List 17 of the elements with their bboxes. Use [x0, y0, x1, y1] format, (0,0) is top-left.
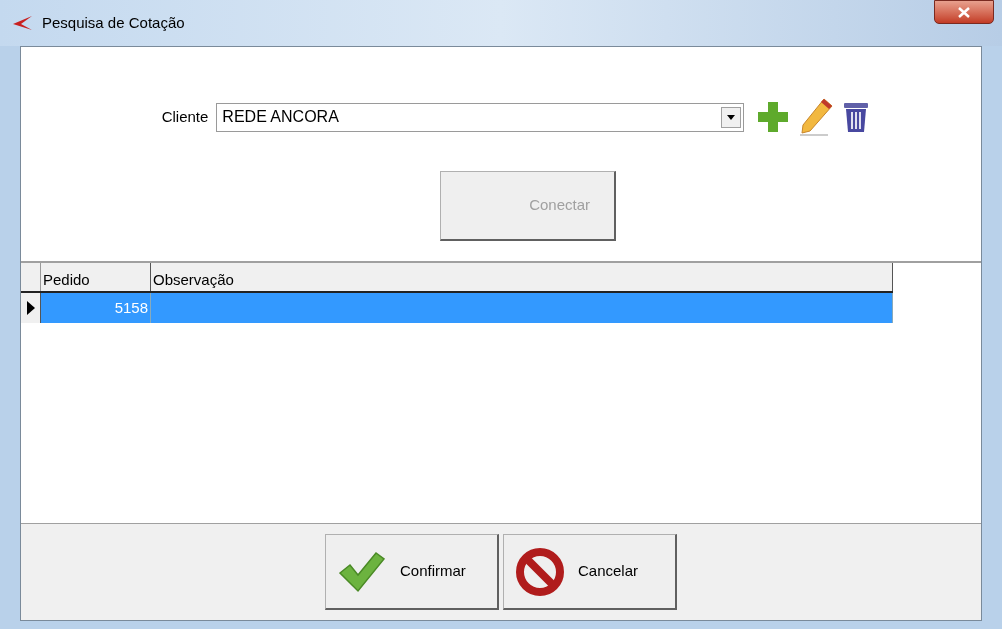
table-cell-text: 5158	[114, 297, 148, 318]
current-row-icon	[26, 301, 35, 315]
cancel-button[interactable]: Cancelar	[503, 534, 677, 610]
client-dropdown[interactable]: REDE ANCORA	[216, 102, 745, 132]
close-icon	[958, 6, 970, 18]
column-header[interactable]: Pedido	[41, 263, 151, 291]
trash-icon[interactable]	[842, 100, 871, 134]
app-logo-icon	[12, 15, 34, 31]
prohibited-icon	[516, 547, 564, 596]
add-icon[interactable]	[756, 100, 791, 134]
checkmark-icon	[338, 550, 386, 593]
close-button[interactable]	[934, 0, 994, 24]
client-label: Cliente	[161, 106, 209, 127]
confirm-button[interactable]: Confirmar	[325, 534, 499, 610]
column-header[interactable]: Observação	[151, 263, 893, 291]
window-title: Pesquisa de Cotação	[42, 12, 185, 33]
pencil-icon[interactable]	[798, 97, 835, 137]
